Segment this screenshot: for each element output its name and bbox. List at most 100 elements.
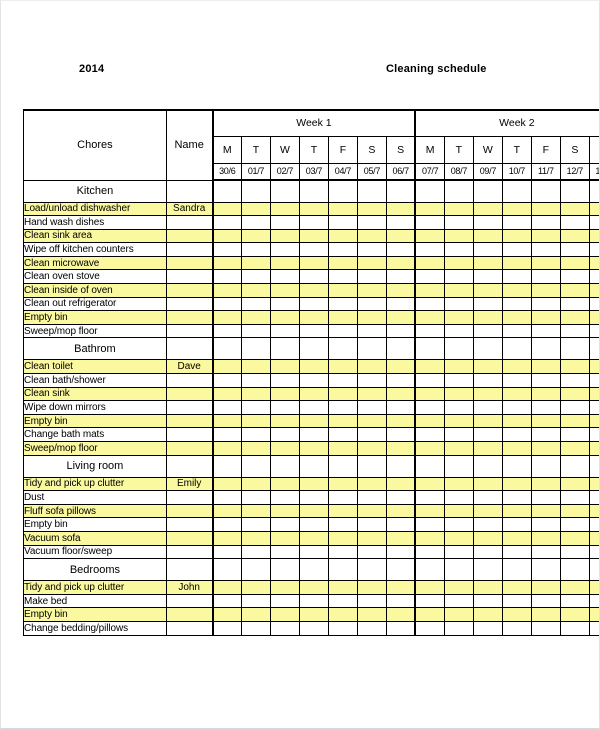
schedule-checkbox-cell[interactable] bbox=[385, 593, 416, 609]
schedule-checkbox-cell[interactable] bbox=[211, 386, 242, 402]
schedule-checkbox-cell[interactable] bbox=[559, 323, 590, 339]
schedule-checkbox-cell[interactable] bbox=[269, 283, 300, 298]
schedule-checkbox-cell[interactable] bbox=[356, 544, 387, 560]
schedule-checkbox-cell[interactable] bbox=[211, 476, 242, 492]
schedule-checkbox-cell[interactable] bbox=[559, 242, 590, 257]
schedule-checkbox-cell[interactable] bbox=[443, 255, 474, 271]
schedule-checkbox-cell[interactable] bbox=[588, 427, 599, 442]
schedule-checkbox-cell[interactable] bbox=[385, 373, 416, 388]
schedule-checkbox-cell[interactable] bbox=[327, 228, 358, 244]
schedule-checkbox-cell[interactable] bbox=[240, 201, 271, 217]
schedule-checkbox-cell[interactable] bbox=[501, 517, 532, 532]
schedule-checkbox-cell[interactable] bbox=[443, 359, 474, 375]
schedule-checkbox-cell[interactable] bbox=[588, 620, 599, 636]
schedule-checkbox-cell[interactable] bbox=[501, 201, 532, 217]
schedule-checkbox-cell[interactable] bbox=[588, 296, 599, 312]
schedule-checkbox-cell[interactable] bbox=[356, 503, 387, 519]
schedule-checkbox-cell[interactable] bbox=[472, 503, 503, 519]
schedule-checkbox-cell[interactable] bbox=[327, 310, 358, 325]
schedule-checkbox-cell[interactable] bbox=[240, 242, 271, 257]
schedule-checkbox-cell[interactable] bbox=[443, 607, 474, 622]
schedule-checkbox-cell[interactable] bbox=[356, 517, 387, 532]
schedule-checkbox-cell[interactable] bbox=[530, 580, 561, 595]
schedule-checkbox-cell[interactable] bbox=[559, 386, 590, 402]
schedule-checkbox-cell[interactable] bbox=[327, 283, 358, 298]
schedule-checkbox-cell[interactable] bbox=[240, 373, 271, 388]
assignee-name[interactable] bbox=[165, 323, 214, 339]
schedule-checkbox-cell[interactable] bbox=[211, 517, 242, 532]
schedule-checkbox-cell[interactable] bbox=[443, 296, 474, 312]
assignee-name[interactable] bbox=[165, 607, 214, 622]
schedule-checkbox-cell[interactable] bbox=[327, 242, 358, 257]
assignee-name[interactable] bbox=[165, 228, 214, 244]
schedule-checkbox-cell[interactable] bbox=[298, 580, 329, 595]
schedule-checkbox-cell[interactable] bbox=[298, 386, 329, 402]
schedule-checkbox-cell[interactable] bbox=[414, 215, 445, 230]
schedule-checkbox-cell[interactable] bbox=[240, 530, 271, 546]
schedule-checkbox-cell[interactable] bbox=[559, 530, 590, 546]
schedule-checkbox-cell[interactable] bbox=[240, 269, 271, 285]
schedule-checkbox-cell[interactable] bbox=[356, 373, 387, 388]
assignee-name[interactable] bbox=[165, 441, 214, 456]
schedule-checkbox-cell[interactable] bbox=[269, 413, 300, 429]
schedule-checkbox-cell[interactable] bbox=[298, 359, 329, 375]
schedule-checkbox-cell[interactable] bbox=[298, 413, 329, 429]
schedule-checkbox-cell[interactable] bbox=[356, 269, 387, 285]
schedule-checkbox-cell[interactable] bbox=[559, 517, 590, 532]
schedule-checkbox-cell[interactable] bbox=[443, 228, 474, 244]
schedule-checkbox-cell[interactable] bbox=[298, 242, 329, 257]
schedule-checkbox-cell[interactable] bbox=[588, 530, 599, 546]
schedule-checkbox-cell[interactable] bbox=[414, 593, 445, 609]
schedule-checkbox-cell[interactable] bbox=[559, 269, 590, 285]
schedule-checkbox-cell[interactable] bbox=[240, 413, 271, 429]
schedule-checkbox-cell[interactable] bbox=[356, 386, 387, 402]
schedule-checkbox-cell[interactable] bbox=[559, 593, 590, 609]
schedule-checkbox-cell[interactable] bbox=[414, 530, 445, 546]
schedule-checkbox-cell[interactable] bbox=[501, 413, 532, 429]
schedule-checkbox-cell[interactable] bbox=[327, 476, 358, 492]
schedule-checkbox-cell[interactable] bbox=[472, 215, 503, 230]
schedule-checkbox-cell[interactable] bbox=[472, 441, 503, 456]
schedule-checkbox-cell[interactable] bbox=[269, 580, 300, 595]
schedule-checkbox-cell[interactable] bbox=[559, 476, 590, 492]
schedule-checkbox-cell[interactable] bbox=[356, 255, 387, 271]
schedule-checkbox-cell[interactable] bbox=[240, 283, 271, 298]
schedule-checkbox-cell[interactable] bbox=[211, 400, 242, 415]
schedule-checkbox-cell[interactable] bbox=[472, 323, 503, 339]
schedule-checkbox-cell[interactable] bbox=[356, 607, 387, 622]
schedule-checkbox-cell[interactable] bbox=[530, 386, 561, 402]
schedule-checkbox-cell[interactable] bbox=[559, 373, 590, 388]
schedule-checkbox-cell[interactable] bbox=[211, 441, 242, 456]
schedule-checkbox-cell[interactable] bbox=[443, 620, 474, 636]
schedule-checkbox-cell[interactable] bbox=[559, 255, 590, 271]
schedule-checkbox-cell[interactable] bbox=[211, 544, 242, 560]
schedule-checkbox-cell[interactable] bbox=[443, 215, 474, 230]
schedule-checkbox-cell[interactable] bbox=[298, 490, 329, 505]
schedule-checkbox-cell[interactable] bbox=[501, 215, 532, 230]
schedule-checkbox-cell[interactable] bbox=[588, 242, 599, 257]
schedule-checkbox-cell[interactable] bbox=[211, 228, 242, 244]
schedule-checkbox-cell[interactable] bbox=[559, 441, 590, 456]
schedule-checkbox-cell[interactable] bbox=[501, 503, 532, 519]
schedule-checkbox-cell[interactable] bbox=[588, 386, 599, 402]
schedule-checkbox-cell[interactable] bbox=[588, 580, 599, 595]
schedule-checkbox-cell[interactable] bbox=[472, 283, 503, 298]
schedule-checkbox-cell[interactable] bbox=[298, 215, 329, 230]
schedule-checkbox-cell[interactable] bbox=[443, 400, 474, 415]
schedule-checkbox-cell[interactable] bbox=[211, 607, 242, 622]
schedule-checkbox-cell[interactable] bbox=[269, 503, 300, 519]
schedule-checkbox-cell[interactable] bbox=[269, 310, 300, 325]
schedule-checkbox-cell[interactable] bbox=[211, 580, 242, 595]
schedule-checkbox-cell[interactable] bbox=[327, 620, 358, 636]
schedule-checkbox-cell[interactable] bbox=[240, 476, 271, 492]
schedule-checkbox-cell[interactable] bbox=[385, 490, 416, 505]
schedule-checkbox-cell[interactable] bbox=[385, 607, 416, 622]
schedule-checkbox-cell[interactable] bbox=[240, 607, 271, 622]
schedule-checkbox-cell[interactable] bbox=[588, 255, 599, 271]
schedule-checkbox-cell[interactable] bbox=[443, 269, 474, 285]
schedule-checkbox-cell[interactable] bbox=[385, 228, 416, 244]
schedule-checkbox-cell[interactable] bbox=[269, 296, 300, 312]
schedule-checkbox-cell[interactable] bbox=[385, 544, 416, 560]
schedule-checkbox-cell[interactable] bbox=[269, 427, 300, 442]
schedule-checkbox-cell[interactable] bbox=[443, 310, 474, 325]
